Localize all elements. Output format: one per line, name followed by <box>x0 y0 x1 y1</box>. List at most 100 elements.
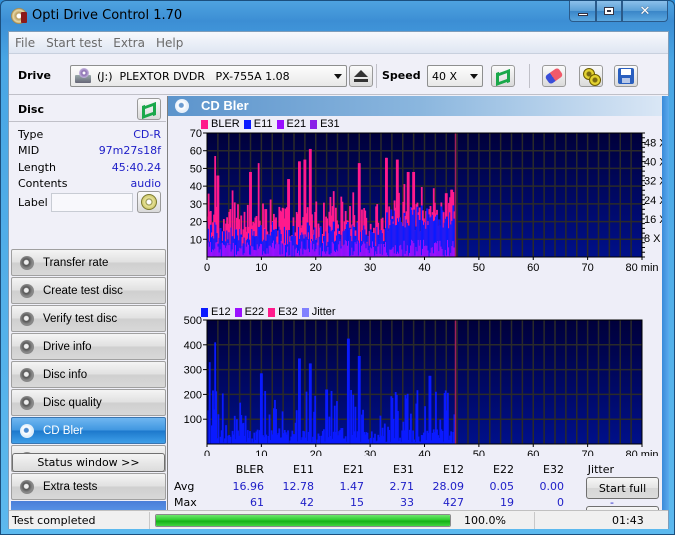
x-tick-label: 40 <box>418 262 430 274</box>
cd-bler-panel: CD Bler BLER E11 E21 E31 E12 E22 E32 Jit… <box>167 96 669 528</box>
stats-cell: 16.96 <box>232 480 265 493</box>
nav-label: Create test disc <box>43 284 123 297</box>
disc-icon <box>20 339 34 354</box>
y-tick-label: 50 <box>190 163 202 175</box>
nav-disc-info[interactable]: Disc info <box>11 361 166 388</box>
drive-select-value: (J:) PLEXTOR DVDR PX-755A 1.08 <box>97 69 290 83</box>
x-tick-label: 0 <box>204 449 210 456</box>
y-tick-label: 400 <box>184 340 202 352</box>
stats-cell: 33 <box>400 496 414 509</box>
x-tick-label: 70 <box>582 262 594 274</box>
y-tick-label: 10 <box>190 234 202 246</box>
e12-bar <box>396 411 399 444</box>
nav-label: Drive info <box>43 340 92 353</box>
menu-bar: File Start test Extra Help <box>9 32 668 54</box>
disc-contents-key: Contents <box>18 177 68 190</box>
menu-extra[interactable]: Extra <box>113 36 145 50</box>
stats-cell: 28.09 <box>432 480 465 493</box>
nav-transfer-rate[interactable]: Transfer rate <box>11 249 166 276</box>
stats-column-header: E21 <box>343 463 364 476</box>
x-tick-label: 70 <box>582 449 594 456</box>
speed-label: Speed <box>382 69 421 82</box>
refresh-icon <box>141 101 157 117</box>
e12-bar <box>265 434 268 444</box>
nav-disc-quality[interactable]: Disc quality <box>11 389 166 416</box>
e12-bar <box>410 413 412 444</box>
y-tick-label: 40 <box>190 181 202 193</box>
disc-title: Disc <box>18 103 44 116</box>
lower-chart: 100 200 300 400 500 0 10 20 30 40 50 60 70 80 min <box>184 315 659 456</box>
nav-cd-bler[interactable]: CD Bler <box>11 417 166 444</box>
y-tick-label: 30 <box>190 199 202 211</box>
eject-button[interactable] <box>349 65 373 87</box>
disc-label-input[interactable] <box>51 193 133 212</box>
x-tick-label: 80 min <box>625 262 658 274</box>
nav-label: Transfer rate <box>43 256 109 269</box>
e12-bar <box>215 391 218 444</box>
y-tick-label: 20 <box>190 217 202 229</box>
disc-refresh-button[interactable] <box>137 98 161 120</box>
x-tick-label: 50 <box>473 262 485 274</box>
e12-bar <box>416 390 419 444</box>
e12-bar <box>383 423 386 444</box>
e12-bar <box>326 389 329 444</box>
statusbar-divider <box>534 512 535 529</box>
status-bar: Test completed 100.0% 01:43 <box>9 510 668 529</box>
e12-bar <box>217 414 220 444</box>
minimize-button[interactable] <box>569 1 596 22</box>
disc-icon <box>20 395 34 410</box>
elapsed-time: 01:43 <box>612 514 644 527</box>
app-window: Opti Drive Control 1.70 ✕ File Start tes… <box>0 0 675 535</box>
maximize-button[interactable] <box>596 1 622 22</box>
nav-label: CD Bler <box>43 424 84 437</box>
close-icon: ✕ <box>639 3 651 19</box>
cd-icon <box>141 194 157 210</box>
disc-type-key: Type <box>18 128 44 141</box>
stats-cell: 15 <box>350 496 364 509</box>
disc-mid-row: MID 97m27s18f <box>18 144 161 160</box>
settings-button[interactable] <box>579 65 603 87</box>
save-button[interactable] <box>614 65 638 87</box>
upper-chart: 102030405060700 10 20 30 40 50 60 70 80 min8 X16… <box>190 128 668 274</box>
start-full-button[interactable]: Start full <box>586 477 659 499</box>
stats-column-header: E22 <box>493 463 514 476</box>
e12-bar <box>208 362 211 444</box>
e12-bar <box>406 393 409 444</box>
progress-fill <box>156 515 450 526</box>
stats-column-header: E31 <box>393 463 414 476</box>
e12-bar <box>429 375 432 444</box>
disc-length-row: Length 45:40.24 <box>18 161 161 177</box>
title-bar[interactable]: Opti Drive Control 1.70 ✕ <box>1 1 674 31</box>
disc-label-button[interactable] <box>137 191 161 213</box>
save-icon <box>618 68 634 84</box>
drive-select[interactable]: (J:) PLEXTOR DVDR PX-755A 1.08 <box>70 65 347 87</box>
close-button[interactable]: ✕ <box>622 1 668 22</box>
nav-extra-tests[interactable]: Extra tests <box>11 473 166 500</box>
stats-cell: 19 <box>500 496 514 509</box>
disc-type-value: CD-R <box>133 128 161 141</box>
speed-select[interactable]: 40 X <box>427 65 483 87</box>
e12-bar <box>309 363 312 444</box>
e12-bar <box>256 429 259 444</box>
menu-help[interactable]: Help <box>156 36 183 50</box>
refresh-speed-button[interactable] <box>491 65 515 87</box>
x-tick-label: 10 <box>255 262 267 274</box>
e12-bar <box>221 393 224 444</box>
chevron-down-icon <box>470 74 478 79</box>
bler-charts: 102030405060700 10 20 30 40 50 60 70 80 min8 X16… <box>184 128 668 456</box>
maximize-icon <box>604 7 614 15</box>
nav-drive-info[interactable]: Drive info <box>11 333 166 360</box>
menu-start-test[interactable]: Start test <box>46 36 102 50</box>
nav-verify-test-disc[interactable]: Verify test disc <box>11 305 166 332</box>
status-window-button[interactable]: Status window >> <box>12 453 165 472</box>
stats-cell: 2.71 <box>389 480 415 493</box>
y-tick-label: 200 <box>184 389 202 401</box>
erase-button[interactable] <box>542 65 566 87</box>
nav-create-test-disc[interactable]: Create test disc <box>11 277 166 304</box>
disc-icon <box>20 255 34 270</box>
nav-label: Verify test disc <box>43 312 118 325</box>
disc-icon <box>20 423 34 438</box>
e12-bar <box>268 414 271 444</box>
menu-file[interactable]: File <box>15 36 35 50</box>
app-logo-icon <box>11 8 27 24</box>
